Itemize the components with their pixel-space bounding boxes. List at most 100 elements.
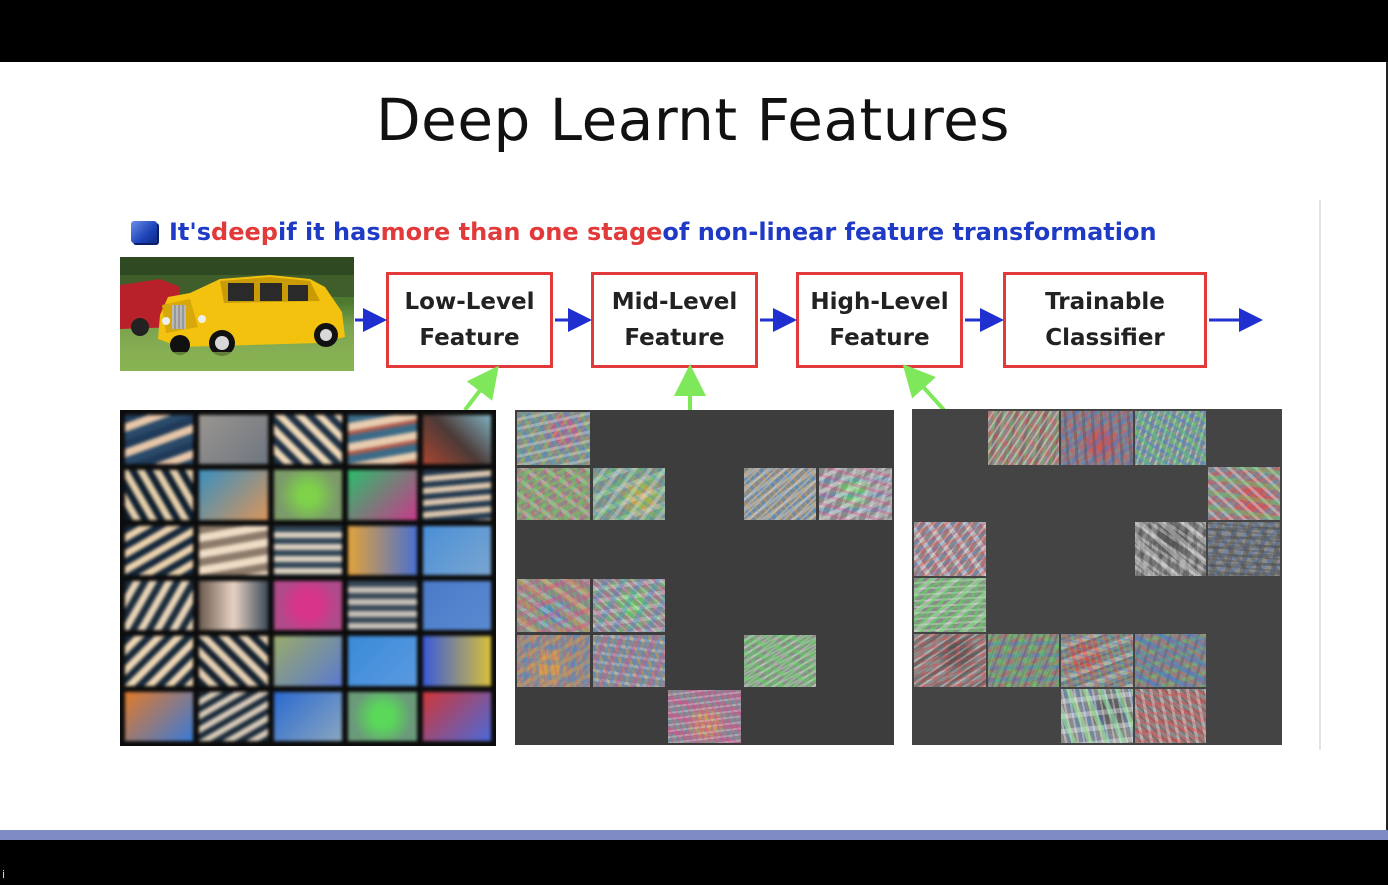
filter-tile (125, 636, 194, 686)
filter-tile (1134, 522, 1207, 576)
corner-mark: i (2, 868, 6, 881)
bullet-square-icon (131, 221, 157, 243)
filter-tile (668, 579, 741, 632)
filter-tile (988, 467, 1060, 521)
filter-tile (199, 470, 268, 520)
filter-tile (199, 580, 268, 631)
filter-tile (914, 578, 986, 632)
stage-box-high-level: High-Level Feature (796, 272, 963, 368)
filter-tile (517, 690, 590, 743)
headline-text-3: if it has (277, 218, 381, 246)
filter-tile (273, 415, 343, 465)
filter-tile (1061, 633, 1133, 688)
filter-tile (988, 522, 1060, 576)
filter-tile (668, 690, 741, 743)
filter-tile (1208, 466, 1280, 521)
filter-tile (593, 412, 666, 465)
filter-tile (743, 467, 817, 521)
filter-tile (273, 691, 343, 741)
filter-tile (914, 689, 986, 743)
filter-tile (592, 634, 666, 688)
filter-tile (273, 525, 343, 575)
filter-tile (125, 691, 194, 741)
filter-tile (1135, 467, 1207, 521)
filter-tile (819, 523, 892, 576)
stage-label-line1: Mid-Level (611, 289, 738, 315)
filter-tile (1061, 411, 1133, 465)
filter-tile (593, 523, 666, 576)
filter-tile (592, 467, 666, 521)
filter-tile (1208, 522, 1280, 576)
filter-tile (348, 691, 417, 741)
headline-text-1: It's (169, 218, 212, 246)
filter-tile (744, 412, 817, 465)
figure-headline: It's deep if it has more than one stage … (131, 214, 1157, 250)
filter-tile (422, 415, 491, 465)
filter-tile (422, 580, 491, 631)
filter-tile (422, 691, 491, 741)
filter-tile (1208, 411, 1280, 465)
stage-label-line2: Classifier (1045, 325, 1165, 351)
car-photo (120, 257, 354, 371)
figure-border (1319, 200, 1321, 750)
filter-tile (125, 580, 194, 631)
filter-tile (348, 415, 417, 465)
filter-tile (348, 636, 417, 686)
stage-label-line2: Feature (829, 325, 930, 351)
accent-bar (0, 830, 1388, 840)
filter-tile (819, 467, 892, 521)
filter-tile (744, 579, 817, 632)
filter-tile (987, 633, 1060, 688)
filter-tile (914, 522, 986, 576)
filter-tile (668, 412, 741, 465)
filter-tile (1135, 578, 1207, 632)
filter-tile (668, 523, 741, 576)
filter-tile (668, 635, 741, 688)
high-level-filters (912, 409, 1282, 745)
filter-tile (199, 636, 268, 686)
filter-tile (1061, 578, 1133, 632)
filter-tile (1134, 411, 1207, 465)
filter-tile (1208, 634, 1280, 688)
filter-tile (744, 523, 817, 576)
filter-tile (1061, 522, 1133, 576)
filter-tile (273, 636, 343, 686)
filter-tile (125, 525, 194, 575)
filter-tile (348, 580, 417, 631)
stage-box-classifier: Trainable Classifier (1003, 272, 1207, 368)
filter-tile (1208, 578, 1280, 632)
filter-tile (988, 689, 1060, 743)
filter-tile (819, 635, 892, 688)
filter-tile (592, 579, 666, 632)
filter-tile (125, 415, 194, 465)
stage-label-line1: Trainable (1045, 289, 1165, 315)
filter-tile (422, 470, 491, 520)
filter-tile (819, 412, 892, 465)
filter-tile (668, 468, 741, 521)
filter-tile (1061, 467, 1133, 521)
stage-box-mid-level: Mid-Level Feature (591, 272, 758, 368)
stage-label-line2: Feature (624, 325, 725, 351)
filter-tile (422, 636, 491, 686)
stage-label-line1: High-Level (810, 289, 949, 315)
headline-text-4: more than one stage (380, 218, 663, 246)
filter-tile (273, 470, 343, 520)
stage-label-line2: Feature (419, 325, 520, 351)
filter-tile (1061, 689, 1133, 743)
filter-tile (1134, 689, 1207, 743)
filter-tile (987, 411, 1060, 465)
filter-tile (125, 470, 194, 520)
filter-tile (743, 634, 817, 688)
headline-text-2: deep (211, 218, 278, 246)
filter-tile (914, 411, 986, 465)
filter-tile (517, 523, 590, 576)
filter-tile (914, 467, 986, 521)
stage-label-line1: Low-Level (404, 289, 535, 315)
filter-tile (348, 470, 417, 520)
filter-tile (199, 415, 268, 465)
filter-tile (199, 525, 268, 575)
filter-tile (273, 580, 343, 631)
mid-level-filters (515, 410, 894, 745)
filter-tile (422, 525, 491, 575)
filter-tile (517, 467, 590, 521)
